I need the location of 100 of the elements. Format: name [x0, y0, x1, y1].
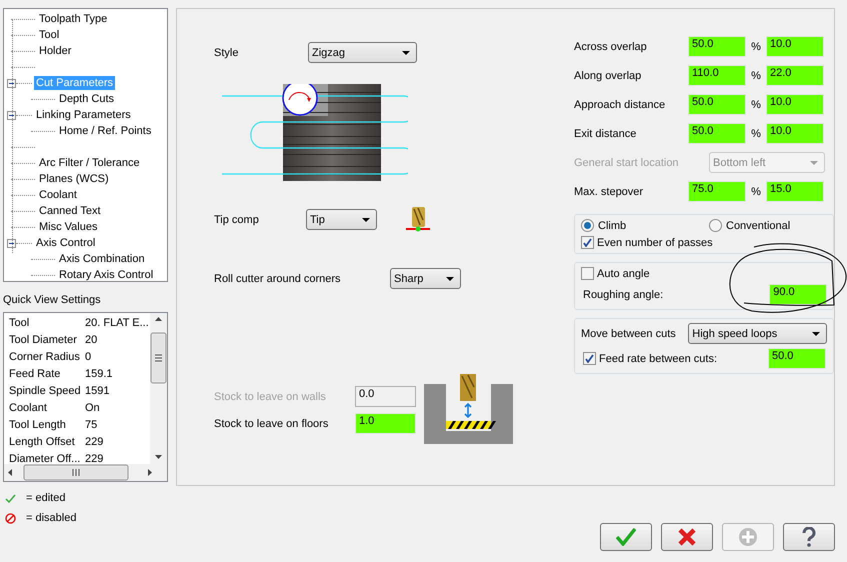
tree-item[interactable]: Planes (WCS) [37, 172, 111, 186]
input-field[interactable]: 10.0 [766, 123, 824, 144]
tree-item[interactable]: Axis Combination [57, 252, 147, 266]
expander-icon[interactable] [7, 110, 16, 120]
dropdown-arrow-icon [402, 50, 410, 54]
setting-label: Corner Radius [9, 350, 81, 362]
setting-value: 229 [85, 452, 104, 464]
tree-item[interactable]: Tool [37, 28, 62, 42]
dropdown-arrow-icon [446, 276, 454, 280]
field-label: Approach distance [574, 98, 666, 110]
section-title: Quick View Settings [3, 294, 102, 308]
setting-value: 1591 [85, 384, 110, 396]
ok-button[interactable] [600, 523, 652, 551]
setting-value: 75 [85, 418, 98, 430]
end-mill-icon [406, 206, 430, 232]
dropdown-arrow-icon [812, 332, 820, 336]
roll-cutter-dropdown[interactable]: Sharp [390, 268, 461, 289]
tree-item[interactable]: Rotary Axis Control [57, 268, 156, 282]
tree-item[interactable]: Holder [37, 44, 74, 58]
unit-label: % [750, 70, 762, 82]
setting-value: On [85, 402, 100, 414]
tree-item[interactable]: Depth Cuts [57, 92, 116, 106]
tree-item[interactable]: Linking Parameters [34, 108, 133, 122]
cancel-button[interactable] [661, 523, 713, 551]
checkbox-label: Even number of passes [597, 236, 713, 248]
move-dropdown[interactable]: High speed loops [688, 323, 827, 344]
radio-button[interactable] [709, 219, 722, 232]
tip-comp-dropdown[interactable]: Tip [306, 209, 377, 230]
field-label: Roll cutter around corners [214, 272, 342, 284]
tree-item[interactable]: Arc Filter / Tolerance [37, 156, 142, 170]
input-field[interactable]: 110.0 [688, 65, 746, 86]
unit-label: % [750, 40, 762, 52]
setting-value: 20 [85, 334, 98, 346]
tree-item[interactable]: Coolant [37, 188, 79, 202]
setting-value: 229 [85, 436, 104, 448]
field-label: Style [214, 46, 240, 58]
field-label: Stock to leave on walls [214, 390, 327, 402]
legend-label: = edited [26, 492, 66, 504]
setting-value: 159.1 [85, 368, 113, 380]
close-icon [678, 528, 696, 546]
setting-label: Tool Diameter [9, 334, 78, 346]
input-field[interactable]: 75.0 [688, 181, 746, 202]
input-field[interactable]: 50.0 [688, 36, 746, 57]
setting-value: 0 [85, 350, 92, 362]
radio-label: Climb [598, 220, 626, 232]
setting-label: Diameter Off... [9, 452, 82, 464]
style-dropdown[interactable]: Zigzag [308, 42, 417, 63]
vertical-scrollbar[interactable] [150, 313, 167, 464]
unit-label: % [750, 128, 762, 140]
tree-item[interactable]: Toolpath Type [37, 12, 110, 26]
setting-label: Feed Rate [9, 368, 62, 380]
dropdown-arrow-icon [810, 160, 818, 164]
unit-label: % [750, 186, 762, 198]
field-label: Move between cuts [581, 328, 677, 340]
setting-label: Spindle Speed [9, 384, 82, 396]
plus-icon [738, 527, 758, 547]
input-field[interactable]: 90.0 [769, 284, 827, 305]
field-label: Roughing angle: [583, 288, 664, 300]
input-field[interactable]: 10.0 [766, 36, 824, 57]
radio-label: Conventional [726, 220, 790, 232]
setting-label: Length Offset [9, 436, 76, 448]
input-field[interactable]: 10.0 [766, 94, 824, 115]
checkmark-icon [585, 354, 594, 363]
prohibited-icon [5, 512, 16, 524]
radio-button[interactable] [581, 219, 594, 232]
tree-item[interactable]: Misc Values [37, 220, 100, 234]
checkbox[interactable] [583, 352, 596, 365]
unit-label: % [750, 98, 762, 110]
horizontal-scrollbar[interactable] [4, 464, 167, 481]
input-field[interactable]: 50.0 [688, 123, 746, 144]
setting-label: Tool Length [9, 418, 67, 430]
checkmark-icon [583, 238, 592, 247]
expander-icon[interactable] [7, 78, 16, 88]
tree-item[interactable]: Canned Text [37, 204, 103, 218]
field-label: Across overlap [574, 40, 648, 52]
field-label: Tip comp [214, 214, 260, 226]
input-field[interactable]: 1.0 [355, 413, 416, 434]
dropdown-arrow-icon [362, 218, 370, 222]
checkmark-icon [616, 528, 636, 546]
setting-value: 20. FLAT E... [85, 316, 149, 328]
checkbox[interactable] [581, 267, 594, 280]
expander-icon[interactable] [7, 238, 16, 248]
setting-label: Coolant [9, 402, 48, 414]
field-label: Stock to leave on floors [214, 418, 330, 430]
checkmark-icon [5, 494, 16, 502]
help-button[interactable] [783, 523, 835, 551]
field-label: Along overlap [574, 70, 642, 82]
field-label: General start location [574, 156, 680, 168]
checkbox[interactable] [581, 236, 594, 249]
checkbox-label: Feed rate between cuts: [599, 352, 718, 364]
field-label: Exit distance [574, 128, 638, 140]
input-field[interactable]: 50.0 [688, 94, 746, 115]
checkbox-label: Auto angle [597, 268, 650, 280]
tree-item[interactable]: Axis Control [34, 236, 98, 250]
tree-item[interactable]: Home / Ref. Points [57, 124, 154, 138]
input-field[interactable]: 50.0 [768, 348, 826, 369]
legend-label: = disabled [26, 512, 76, 524]
setting-label: Tool [9, 316, 30, 328]
input-field[interactable]: 15.0 [766, 181, 824, 202]
input-field[interactable]: 22.0 [766, 65, 824, 86]
